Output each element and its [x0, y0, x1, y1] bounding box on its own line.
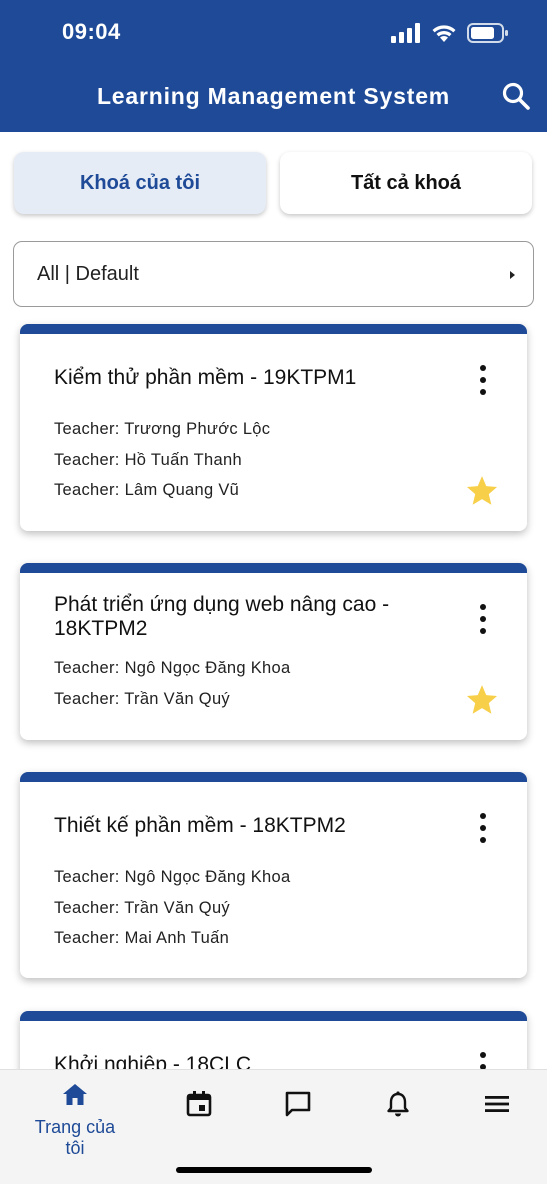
- nav-item-messages[interactable]: [248, 1090, 348, 1123]
- more-options-icon[interactable]: [473, 365, 493, 395]
- course-card[interactable]: Kiểm thử phần mềm - 19KTPM1 Teacher: Trư…: [20, 324, 527, 531]
- more-options-icon[interactable]: [473, 813, 493, 843]
- search-button[interactable]: [501, 81, 531, 111]
- caret-right-icon: [510, 271, 515, 279]
- app-header: 09:04 Learning Management System: [0, 0, 547, 132]
- nav-item-menu[interactable]: [447, 1090, 547, 1123]
- status-time: 09:04: [62, 19, 121, 44]
- course-title: Kiểm thử phần mềm - 19KTPM1: [54, 366, 357, 389]
- course-teacher: Teacher: Trần Văn Quý: [54, 899, 230, 917]
- home-icon: [63, 1084, 87, 1105]
- signal-icon: [391, 23, 420, 43]
- course-card[interactable]: Thiết kế phần mềm - 18KTPM2 Teacher: Ngô…: [20, 772, 527, 978]
- course-teacher: Teacher: Hồ Tuấn Thanh: [54, 451, 242, 469]
- course-teacher: Teacher: Mai Anh Tuấn: [54, 929, 230, 947]
- course-teacher: Teacher: Trần Văn Quý: [54, 690, 230, 708]
- menu-icon: [485, 1096, 509, 1112]
- nav-item-notifications[interactable]: [348, 1090, 448, 1123]
- course-card[interactable]: Phát triển ứng dụng web nâng cao - 18KTP…: [20, 563, 527, 740]
- star-icon[interactable]: [465, 474, 499, 508]
- tab-my-courses[interactable]: Khoá của tôi: [14, 152, 266, 214]
- home-indicator: [176, 1167, 372, 1173]
- message-icon: [285, 1091, 311, 1117]
- course-teacher: Teacher: Lâm Quang Vũ: [54, 481, 240, 499]
- course-teacher: Teacher: Ngô Ngọc Đăng Khoa: [54, 868, 291, 886]
- course-title: Thiết kế phần mềm - 18KTPM2: [54, 814, 346, 837]
- battery-icon: [467, 23, 508, 43]
- course-title: Phát triển ứng dụng web nâng cao - 18KTP…: [54, 593, 390, 640]
- wifi-icon: [432, 25, 456, 42]
- nav-item-calendar[interactable]: [149, 1090, 249, 1123]
- nav-label-home: Trang của tôi: [34, 1117, 116, 1158]
- more-options-icon[interactable]: [473, 604, 493, 634]
- course-teacher: Teacher: Ngô Ngọc Đăng Khoa: [54, 659, 291, 677]
- course-tabs: Khoá của tôi Tất cả khoá: [14, 152, 532, 214]
- status-icons: [391, 22, 509, 44]
- filter-value: All | Default: [37, 262, 139, 285]
- calendar-icon: [186, 1091, 212, 1117]
- bell-icon: [387, 1091, 409, 1117]
- search-icon: [502, 82, 530, 110]
- page-title: Learning Management System: [96, 83, 451, 109]
- course-filter-select[interactable]: All | Default: [13, 241, 534, 307]
- star-icon[interactable]: [465, 683, 499, 717]
- nav-item-home[interactable]: Trang của tôi: [25, 1082, 125, 1159]
- course-teacher: Teacher: Trương Phước Lộc: [54, 420, 271, 438]
- tab-all-courses[interactable]: Tất cả khoá: [280, 152, 532, 214]
